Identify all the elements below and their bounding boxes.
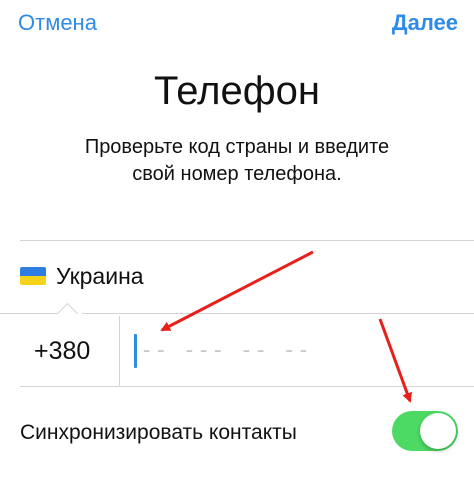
toggle-knob <box>420 413 456 449</box>
country-code-field[interactable]: +380 <box>0 316 118 386</box>
instructions-text: Проверьте код страны и введите свой номе… <box>40 134 434 188</box>
page-title: Телефон <box>154 69 320 113</box>
text-cursor <box>134 334 137 368</box>
phone-number-input[interactable]: -- --- -- -- <box>120 316 474 386</box>
sync-contacts-label: Синхронизировать контакты <box>20 421 297 444</box>
country-selector[interactable]: Украина <box>0 241 474 313</box>
sync-contacts-toggle[interactable] <box>392 411 458 451</box>
phone-placeholder: -- --- -- -- <box>140 338 311 363</box>
divider-bottom <box>20 386 474 387</box>
ukraine-flag-icon <box>20 267 46 285</box>
divider-country-left <box>0 313 60 314</box>
instructions-line-2: свой номер телефона. <box>132 163 342 185</box>
instructions-line-1: Проверьте код страны и введите <box>84 136 390 158</box>
country-code-value: +380 <box>34 337 91 365</box>
next-button[interactable]: Далее <box>392 8 458 38</box>
country-name: Украина <box>56 263 144 289</box>
cancel-button[interactable]: Отмена <box>18 8 97 38</box>
divider-country-right <box>82 313 474 314</box>
